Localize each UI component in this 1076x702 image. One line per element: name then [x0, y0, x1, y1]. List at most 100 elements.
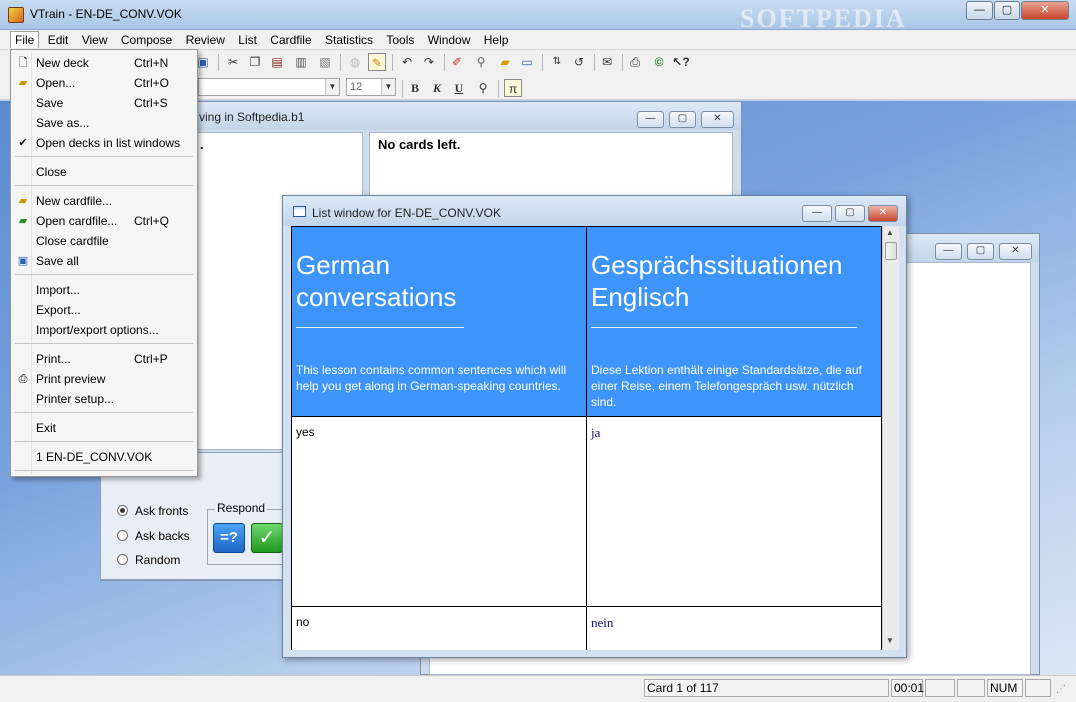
- list-minimize-button[interactable]: —: [802, 205, 832, 222]
- menu-file[interactable]: File: [10, 31, 40, 48]
- scroll-down-icon[interactable]: ▼: [886, 636, 894, 645]
- paste-icon[interactable]: ▤: [268, 53, 286, 71]
- minimize-button[interactable]: —: [966, 1, 993, 20]
- menu-item-new-deck[interactable]: 🗋 New deck Ctrl+N: [12, 53, 196, 73]
- menu-item-close-cardfile[interactable]: Close cardfile: [12, 231, 196, 251]
- resize-grip-icon[interactable]: ⋰: [1056, 684, 1066, 695]
- menu-item-shortcut: Ctrl+N: [134, 56, 169, 70]
- second-close-button[interactable]: ✕: [999, 243, 1032, 260]
- save-all-icon: ▣: [17, 255, 29, 267]
- review-mode-icon[interactable]: ✎: [368, 53, 386, 71]
- scroll-thumb[interactable]: [885, 242, 897, 260]
- review-close-button[interactable]: ✕: [701, 111, 734, 128]
- header-front-title: German conversations: [296, 250, 457, 312]
- menu-cardfile[interactable]: Cardfile: [265, 31, 316, 49]
- underline-button[interactable]: U: [450, 79, 468, 97]
- menu-item-save-as[interactable]: Save as...: [12, 113, 196, 133]
- menu-item-label: Import...: [36, 283, 81, 297]
- menu-item-label: Print...: [36, 352, 71, 366]
- chevron-down-icon[interactable]: ▼: [381, 79, 395, 95]
- menu-item-export[interactable]: Export...: [12, 300, 196, 320]
- table-row[interactable]: no: [291, 606, 587, 650]
- menu-item-print[interactable]: Print... Ctrl+P: [12, 349, 196, 369]
- window-icon[interactable]: ▭: [518, 53, 536, 71]
- ask-backs-radio[interactable]: [117, 530, 128, 541]
- menu-edit[interactable]: Edit: [43, 31, 74, 49]
- refresh-icon[interactable]: ↺: [570, 53, 588, 71]
- second-maximize-button[interactable]: ▢: [967, 243, 994, 260]
- zoom-icon[interactable]: ⚲: [474, 79, 492, 97]
- font-combo[interactable]: ▼: [198, 78, 340, 96]
- copy-icon[interactable]: ❐: [246, 53, 264, 71]
- menu-item-open-cardfile[interactable]: ▰ Open cardfile... Ctrl+Q: [12, 211, 196, 231]
- menu-item-import-export-options[interactable]: Import/export options...: [12, 320, 196, 340]
- context-help-icon[interactable]: ↖?: [672, 53, 690, 71]
- font-size-combo[interactable]: 12 ▼: [346, 78, 396, 96]
- review-maximize-button[interactable]: ▢: [669, 111, 696, 128]
- table-row[interactable]: yes: [291, 416, 587, 607]
- chevron-down-icon[interactable]: ▼: [325, 79, 339, 95]
- list-vertical-scrollbar[interactable]: ▲ ▼: [882, 226, 899, 650]
- maximize-button[interactable]: ▢: [994, 1, 1020, 20]
- menu-item-print-preview[interactable]: ⎙ Print preview: [12, 369, 196, 389]
- pi-button[interactable]: π: [504, 79, 522, 97]
- menu-item-open-decks-in-list-windows[interactable]: ✔ Open decks in list windows: [12, 133, 196, 153]
- menu-item-save[interactable]: Save Ctrl+S: [12, 93, 196, 113]
- menu-item-import[interactable]: Import...: [12, 280, 196, 300]
- main-titlebar: VTrain - EN-DE_CONV.VOK SOFTPEDIA — ▢ ✕: [0, 0, 1076, 33]
- menu-item-label: Save: [36, 96, 64, 110]
- header-back-cell[interactable]: Gesprächssituationen Englisch Diese Lekt…: [586, 226, 882, 417]
- cut-icon[interactable]: ✂: [224, 53, 242, 71]
- menu-list[interactable]: List: [233, 31, 262, 49]
- lightbulb-icon[interactable]: ◍: [346, 53, 364, 71]
- sort-icon[interactable]: ⇅: [548, 53, 566, 71]
- cardfile-icon: ▰: [18, 195, 28, 207]
- ask-fronts-radio[interactable]: [117, 505, 128, 516]
- menu-item-printer-setup[interactable]: Printer setup...: [12, 389, 196, 409]
- respond-ok-button[interactable]: ✓: [251, 523, 283, 553]
- menu-item-label: Save as...: [36, 116, 90, 130]
- copyright-icon[interactable]: ©: [650, 53, 668, 71]
- header-front-cell[interactable]: German conversations This lesson contain…: [291, 226, 587, 417]
- menu-view[interactable]: View: [77, 31, 113, 49]
- menu-statistics[interactable]: Statistics: [320, 31, 378, 49]
- edit-card-icon[interactable]: ✐: [448, 53, 466, 71]
- random-radio[interactable]: [117, 554, 128, 565]
- second-minimize-button[interactable]: —: [935, 243, 962, 260]
- search-icon[interactable]: ⚲: [472, 53, 490, 71]
- table-row[interactable]: nein: [586, 606, 882, 650]
- print-icon[interactable]: ⎙: [626, 53, 644, 71]
- bold-button[interactable]: B: [406, 79, 424, 97]
- close-button[interactable]: ✕: [1021, 1, 1069, 20]
- menu-item-recent-file[interactable]: 1 EN-DE_CONV.VOK: [12, 447, 196, 467]
- menu-compose[interactable]: Compose: [116, 31, 177, 49]
- menu-window[interactable]: Window: [423, 31, 476, 49]
- menu-item-save-all[interactable]: ▣ Save all: [12, 251, 196, 271]
- menu-review[interactable]: Review: [181, 31, 230, 49]
- menu-item-open[interactable]: ▰ Open... Ctrl+O: [12, 73, 196, 93]
- menu-tools[interactable]: Tools: [381, 31, 419, 49]
- comment-icon[interactable]: ✉: [598, 53, 616, 71]
- table-row[interactable]: ja: [586, 416, 882, 607]
- redo-icon[interactable]: ↷: [420, 53, 438, 71]
- menu-help[interactable]: Help: [479, 31, 514, 49]
- header-front-desc: This lesson contains common sentences wh…: [296, 363, 567, 393]
- image-icon[interactable]: ▧: [316, 53, 334, 71]
- respond-ask-button[interactable]: =?: [213, 523, 245, 553]
- menu-item-close[interactable]: Close: [12, 162, 196, 182]
- review-minimize-button[interactable]: —: [637, 111, 664, 128]
- scroll-up-icon[interactable]: ▲: [886, 228, 894, 237]
- menu-item-exit[interactable]: Exit: [12, 418, 196, 438]
- open-cardfile-icon[interactable]: ▰: [496, 53, 514, 71]
- list-window-titlebar: List window for EN-DE_CONV.VOK — ▢ ✕: [283, 196, 906, 226]
- list-close-button[interactable]: ✕: [868, 205, 898, 222]
- ask-backs-label: Ask backs: [135, 529, 190, 543]
- list-maximize-button[interactable]: ▢: [835, 205, 865, 222]
- menu-separator: [15, 441, 193, 442]
- undo-icon[interactable]: ↶: [398, 53, 416, 71]
- elapsed-time-status: 00:01: [891, 679, 924, 697]
- delete-card-icon[interactable]: ▥: [292, 53, 310, 71]
- card-front-text: yes: [296, 425, 315, 439]
- menu-item-new-cardfile[interactable]: ▰ New cardfile...: [12, 191, 196, 211]
- italic-button[interactable]: K: [428, 79, 446, 97]
